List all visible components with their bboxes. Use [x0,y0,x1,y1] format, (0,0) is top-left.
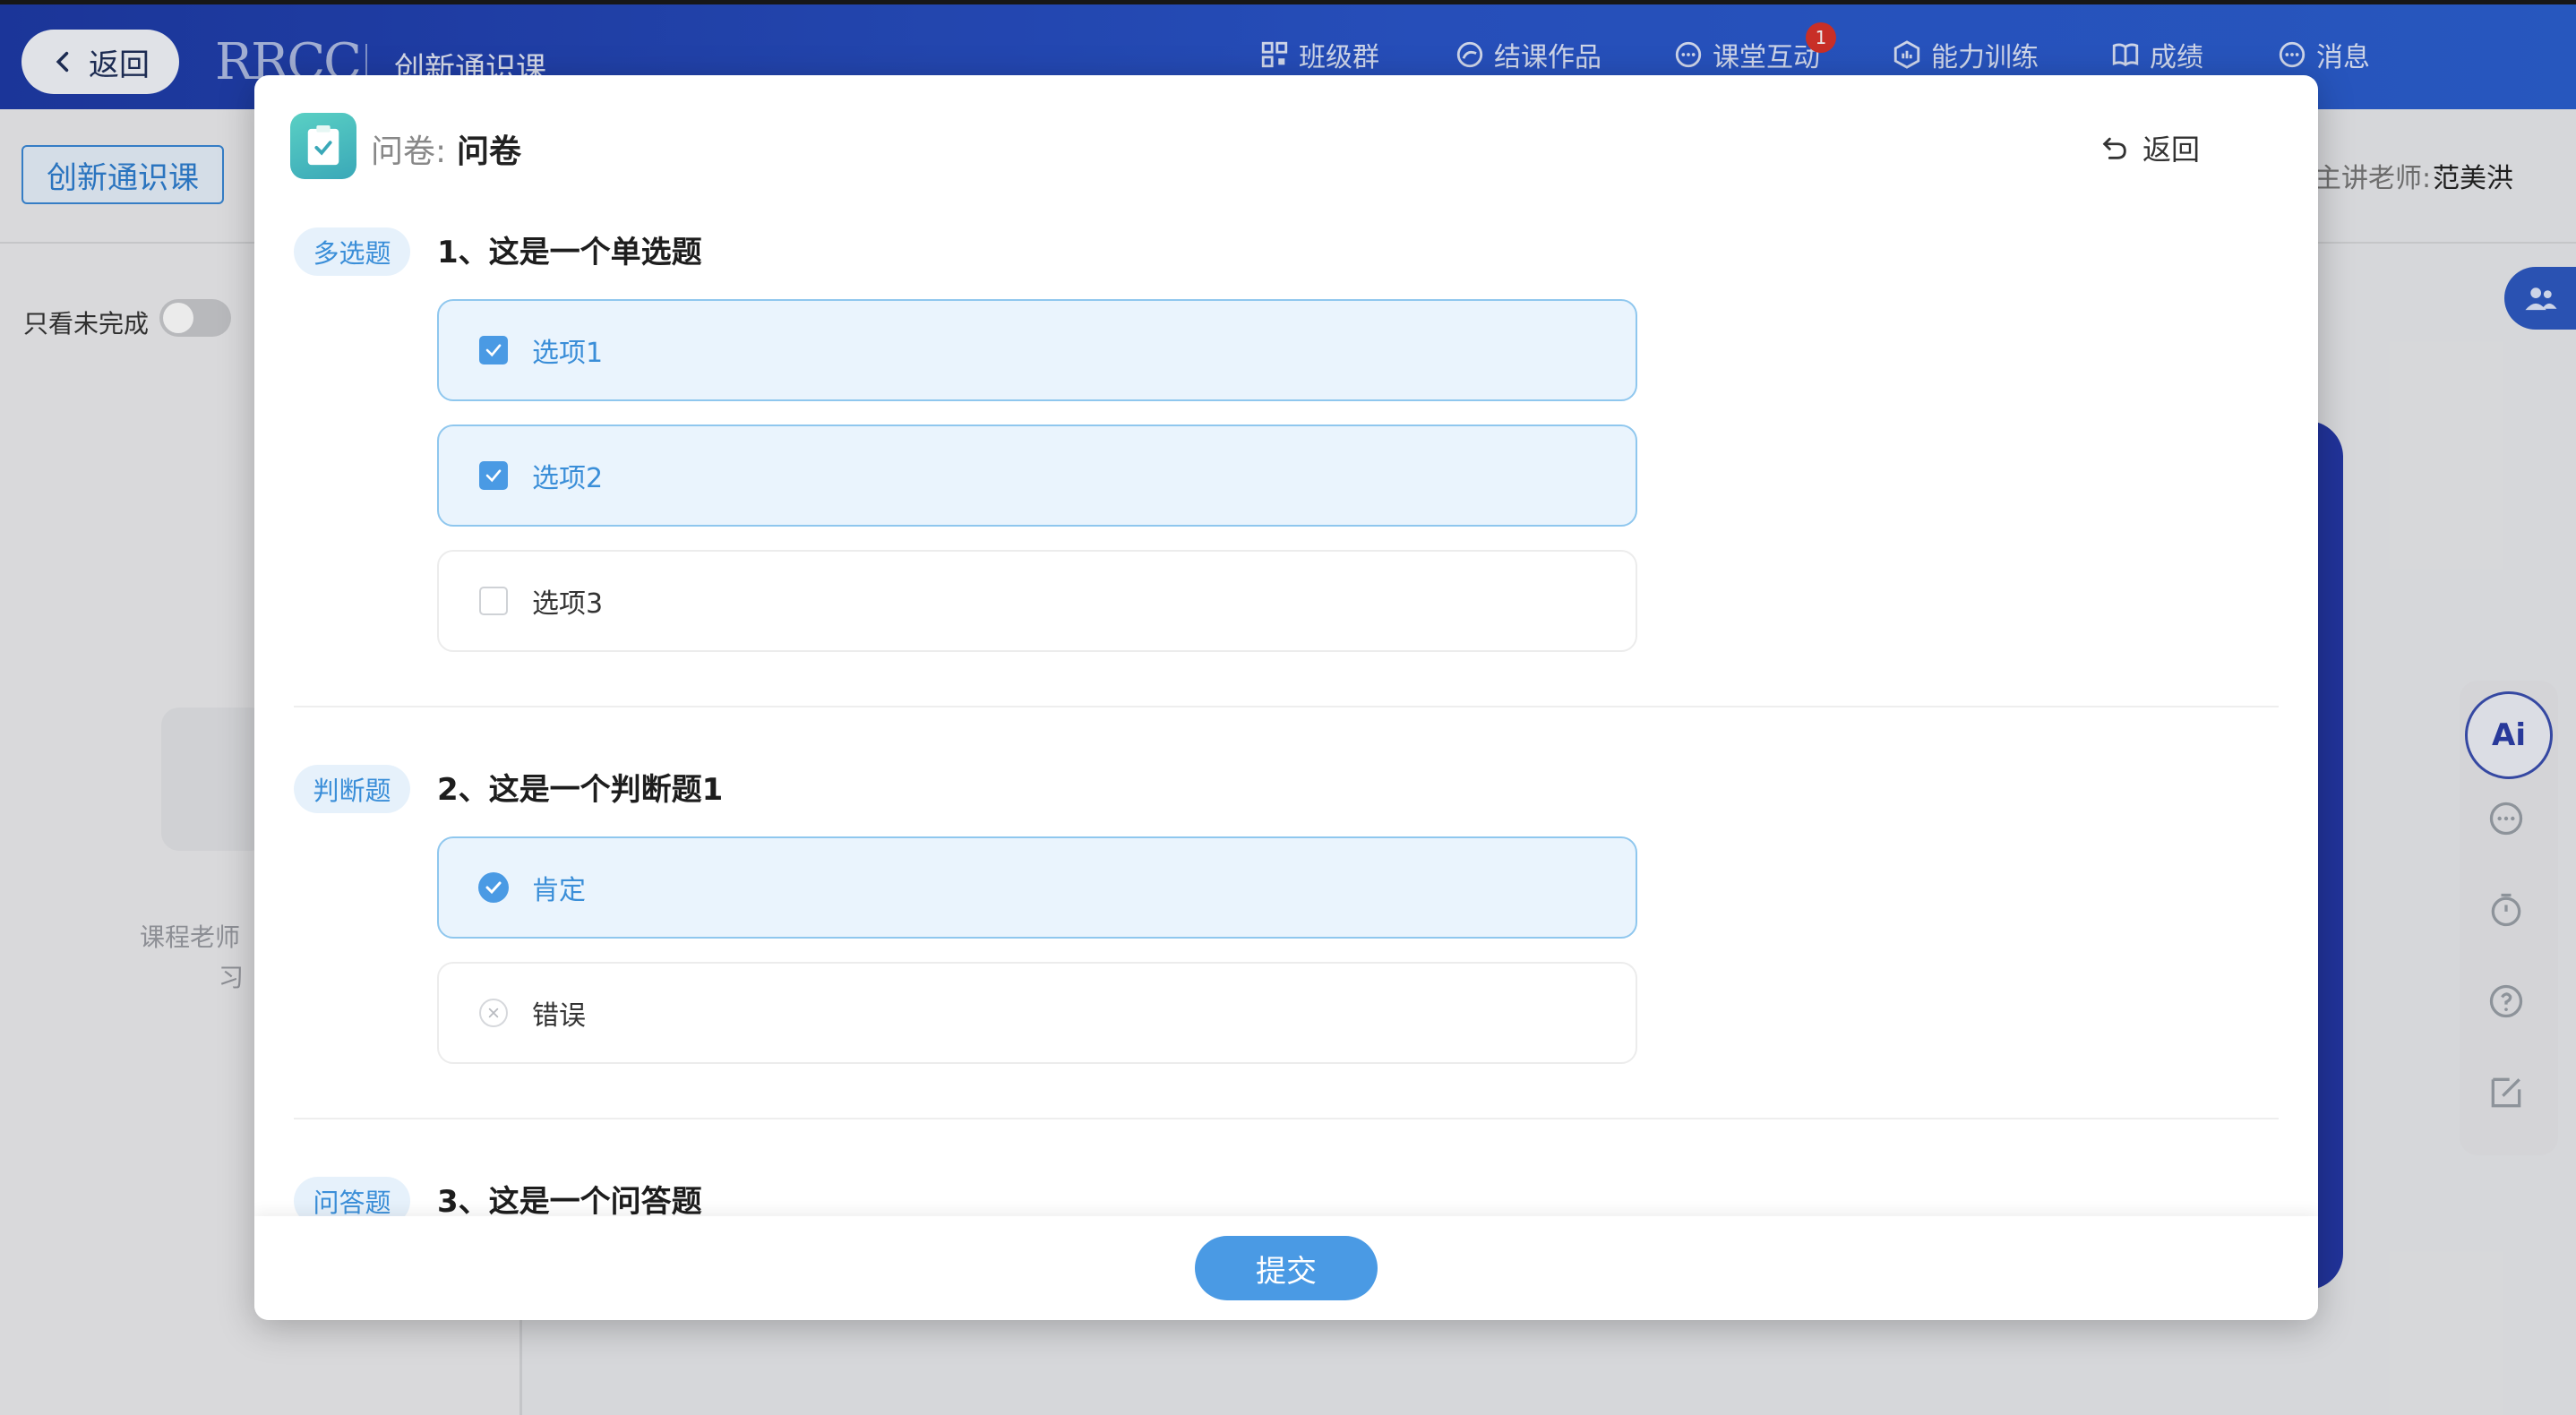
modal-header-label: 问卷: [371,133,447,170]
option-label: 选项1 [532,338,604,369]
question-divider [294,1118,2279,1119]
option-3[interactable]: 选项3 [437,550,1637,652]
modal-footer: 提交 [254,1216,2318,1320]
option-true[interactable]: 肯定 [437,836,1637,939]
submit-button[interactable]: 提交 [1195,1236,1378,1300]
checkbox-unchecked-icon [479,587,508,615]
modal-back-label: 返回 [2142,133,2201,167]
modal-header: 问卷: 问卷 返回 [254,75,2318,219]
question-type-tag: 多选题 [294,227,410,276]
question-title: 2、这是一个判断题1 [437,772,724,808]
option-label: 选项3 [532,588,604,620]
option-label: 错误 [532,1000,586,1032]
question-divider [294,706,2279,708]
checkbox-checked-icon [479,336,508,364]
questionnaire-modal: 问卷: 问卷 返回 多选题 1、这是一个单选题 选项1 选项2 选项3 判断题 … [254,75,2318,1320]
option-false[interactable]: 错误 [437,962,1637,1064]
question-title: 3、这是一个问答题 [437,1184,702,1220]
question-title: 1、这是一个单选题 [437,235,702,270]
clipboard-check-icon [307,125,339,166]
checkbox-checked-icon [479,461,508,490]
option-label: 肯定 [532,875,586,906]
option-1[interactable]: 选项1 [437,299,1637,401]
radio-checked-icon [478,872,509,903]
modal-back-button[interactable]: 返回 [2099,127,2200,168]
modal-title: 问卷 [457,133,522,170]
option-label: 选项2 [532,463,604,494]
option-2[interactable]: 选项2 [437,424,1637,527]
close-circle-icon [479,999,508,1027]
undo-icon [2102,137,2126,159]
questionnaire-logo [290,113,356,179]
question-type-tag: 判断题 [294,765,410,813]
